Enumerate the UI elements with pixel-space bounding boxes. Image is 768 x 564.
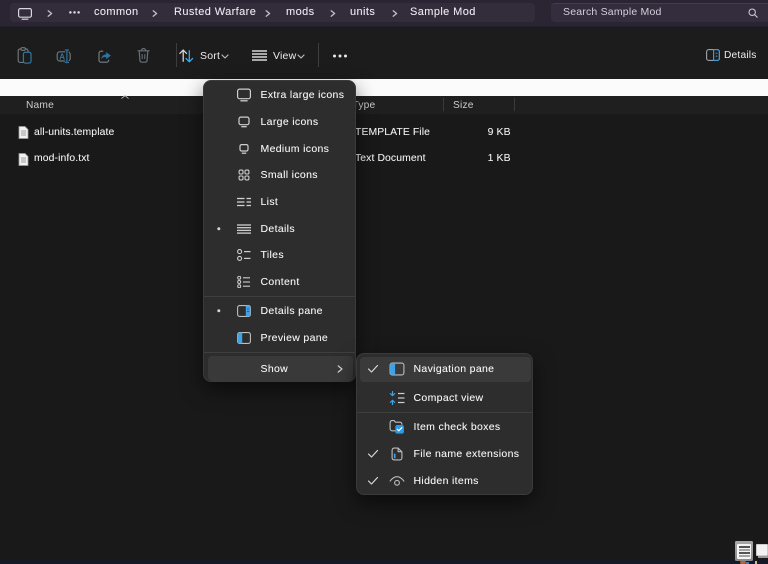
- svg-text:A: A: [59, 52, 65, 61]
